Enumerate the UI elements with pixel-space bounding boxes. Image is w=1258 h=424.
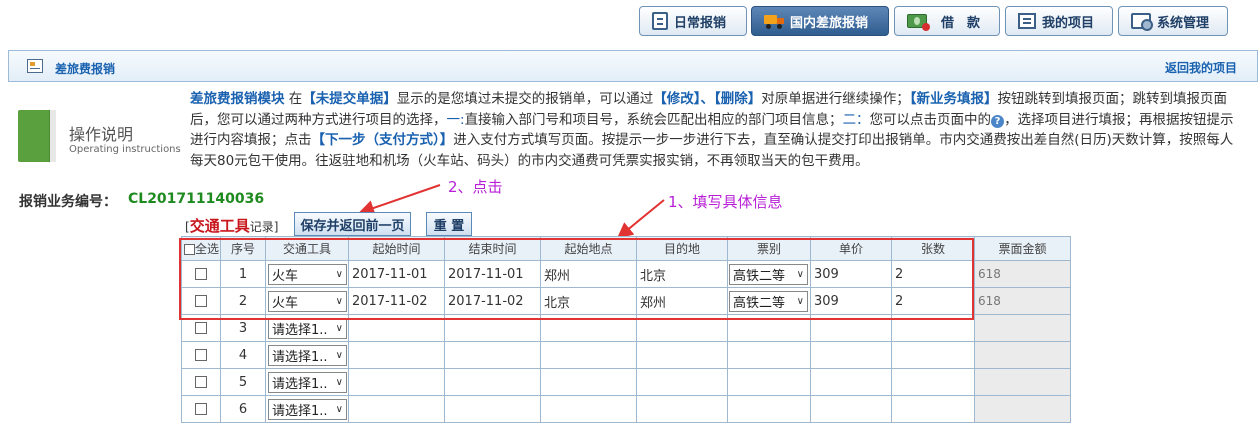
- amount-value: [974, 314, 1071, 342]
- ticket-type-input[interactable]: [727, 395, 811, 423]
- start-time-input[interactable]: [348, 368, 445, 396]
- vehicle-select[interactable]: 请选择1.. ∨: [268, 371, 347, 393]
- amount-value: [974, 395, 1071, 423]
- price-input[interactable]: [810, 395, 892, 423]
- to-input[interactable]: [636, 395, 728, 423]
- end-time-input[interactable]: [444, 341, 541, 369]
- highlight-box: [179, 238, 974, 320]
- qty-input[interactable]: [891, 395, 975, 423]
- amount-value: 618: [974, 287, 1071, 315]
- vehicle-cell: 请选择1.. ∨: [265, 395, 349, 423]
- start-time-input[interactable]: [348, 395, 445, 423]
- price-input[interactable]: [810, 341, 892, 369]
- ticket-type-input[interactable]: [727, 368, 811, 396]
- vehicle-select[interactable]: 请选择1.. ∨: [268, 398, 347, 420]
- to-input[interactable]: [636, 368, 728, 396]
- transport-section-label: [交通工具记录]: [185, 215, 278, 236]
- records-label: 记录]: [249, 220, 279, 234]
- end-time-input[interactable]: [444, 368, 541, 396]
- col-header-amount: 票面金额: [974, 236, 1071, 261]
- vehicle-value: 请选择1..: [272, 376, 328, 392]
- end-time-input[interactable]: [444, 395, 541, 423]
- from-input[interactable]: [540, 341, 637, 369]
- price-input[interactable]: [810, 368, 892, 396]
- transport-title: 交通工具: [189, 217, 250, 235]
- arrow-to-save-button: [358, 184, 441, 216]
- arrow-to-table: [616, 199, 665, 239]
- row-number: 4: [220, 341, 266, 369]
- amount-value: 618: [974, 260, 1071, 288]
- row-checkbox[interactable]: [195, 403, 207, 415]
- row-number: 5: [220, 368, 266, 396]
- vehicle-value: 请选择1..: [272, 403, 328, 419]
- chevron-down-icon: ∨: [335, 322, 343, 334]
- start-time-input[interactable]: [348, 341, 445, 369]
- row-select-cell[interactable]: [181, 368, 221, 396]
- vehicle-cell: 请选择1.. ∨: [265, 341, 349, 369]
- reset-button[interactable]: 重 置: [426, 212, 472, 236]
- vehicle-cell: 请选择1.. ∨: [265, 368, 349, 396]
- from-input[interactable]: [540, 368, 637, 396]
- table-row: 4 请选择1.. ∨: [181, 341, 1071, 369]
- chevron-down-icon: ∨: [335, 349, 343, 361]
- table-row: 5 请选择1.. ∨: [181, 368, 1071, 396]
- to-input[interactable]: [636, 341, 728, 369]
- save-and-return-button[interactable]: 保存并返回前一页: [294, 212, 411, 236]
- qty-input[interactable]: [891, 341, 975, 369]
- vehicle-select[interactable]: 请选择1.. ∨: [268, 344, 347, 366]
- row-checkbox[interactable]: [195, 376, 207, 388]
- chevron-down-icon: ∨: [335, 403, 343, 415]
- row-select-cell[interactable]: [181, 395, 221, 423]
- row-checkbox[interactable]: [195, 349, 207, 361]
- vehicle-value: 请选择1..: [272, 349, 328, 365]
- vehicle-value: 请选择1..: [272, 322, 328, 338]
- table-row: 6 请选择1.. ∨: [181, 395, 1071, 423]
- row-checkbox[interactable]: [195, 322, 207, 334]
- vehicle-select[interactable]: 请选择1.. ∨: [268, 317, 347, 339]
- row-number: 6: [220, 395, 266, 423]
- ticket-type-input[interactable]: [727, 341, 811, 369]
- amount-value: [974, 368, 1071, 396]
- from-input[interactable]: [540, 395, 637, 423]
- qty-input[interactable]: [891, 368, 975, 396]
- amount-value: [974, 341, 1071, 369]
- row-select-cell[interactable]: [181, 341, 221, 369]
- chevron-down-icon: ∨: [335, 376, 343, 388]
